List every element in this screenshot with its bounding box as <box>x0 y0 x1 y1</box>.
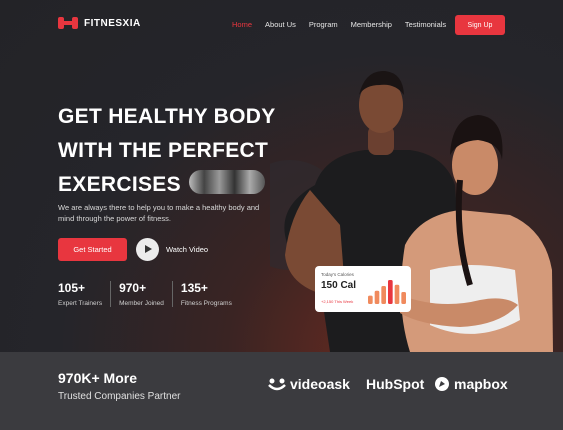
calorie-subtitle: +2,150 This Week <box>321 299 354 304</box>
brand-videoask-label: videoask <box>290 376 350 392</box>
brand-videoask: videoask <box>268 376 350 392</box>
watch-video-label: Watch Video <box>166 245 209 254</box>
nav-home[interactable]: Home <box>232 20 252 29</box>
calorie-bar <box>394 284 400 304</box>
brand-mapbox: mapbox <box>434 376 508 392</box>
exercise-photos-pill <box>188 170 265 195</box>
calorie-bar <box>368 295 373 304</box>
signup-button[interactable]: Sign Up <box>455 15 505 35</box>
play-icon[interactable] <box>136 238 159 261</box>
headline-line-2: WITH THE PERFECT <box>58 139 269 162</box>
calorie-card: Today's Calories 150 Cal +2,150 This Wee… <box>315 266 411 312</box>
videoask-icon <box>268 378 286 391</box>
logo[interactable]: FITNESXIA <box>58 17 141 29</box>
calorie-bar <box>401 292 406 304</box>
stat-item: 135+ Fitness Programs <box>181 281 240 307</box>
brand-mapbox-label: mapbox <box>454 376 508 392</box>
brand-hubspot: HubSpot <box>366 376 424 392</box>
calorie-value: 150 Cal <box>321 280 357 291</box>
hero-headline: GET HEALTHY BODY WITH THE PERFECT EXERCI… <box>58 100 276 202</box>
dumbbell-icon <box>58 17 78 29</box>
partners-subtitle: Trusted Companies Partner <box>58 391 181 402</box>
fitness-models-image <box>270 70 553 352</box>
hero-section: FITNESXIA Home About Us Program Membersh… <box>0 0 563 352</box>
nav-about-us[interactable]: About Us <box>265 20 296 29</box>
nav-membership[interactable]: Membership <box>351 20 392 29</box>
hero-subtext: We are always there to help you to make … <box>58 203 260 223</box>
stat-number: 105+ <box>58 281 86 295</box>
watch-video-button[interactable]: Watch Video <box>136 238 208 261</box>
main-menu: Home About Us Program Membership Testimo… <box>232 20 446 29</box>
partners-title: 970K+ More <box>58 370 137 386</box>
stats-row: 105+ Expert Trainers 970+ Member Joined … <box>58 281 248 307</box>
partners-band: 970K+ More Trusted Companies Partner vid… <box>0 352 563 430</box>
calorie-bar <box>388 280 393 304</box>
calorie-bar-chart <box>368 280 406 304</box>
calorie-title: Today's Calories <box>321 272 354 277</box>
headline-line-3: EXERCISES <box>58 173 181 196</box>
stat-item: 105+ Expert Trainers <box>58 281 112 307</box>
stat-item: 970+ Member Joined <box>119 281 173 307</box>
nav-program[interactable]: Program <box>309 20 338 29</box>
stat-label: Member Joined <box>119 300 164 307</box>
stat-label: Expert Trainers <box>58 300 103 307</box>
top-nav: FITNESXIA Home About Us Program Membersh… <box>0 0 563 50</box>
logo-text: FITNESXIA <box>84 17 141 29</box>
mapbox-icon <box>435 377 449 391</box>
calorie-bar <box>381 286 386 304</box>
brand-hubspot-label: HubSpot <box>366 376 425 392</box>
headline-line-1: GET HEALTHY BODY <box>58 105 276 128</box>
stat-number: 135+ <box>180 281 208 295</box>
stat-label: Fitness Programs <box>180 300 232 307</box>
stat-number: 970+ <box>119 281 147 295</box>
get-started-button[interactable]: Get Started <box>58 238 127 261</box>
calorie-bar <box>374 290 380 304</box>
nav-testimonials[interactable]: Testimonials <box>405 20 446 29</box>
